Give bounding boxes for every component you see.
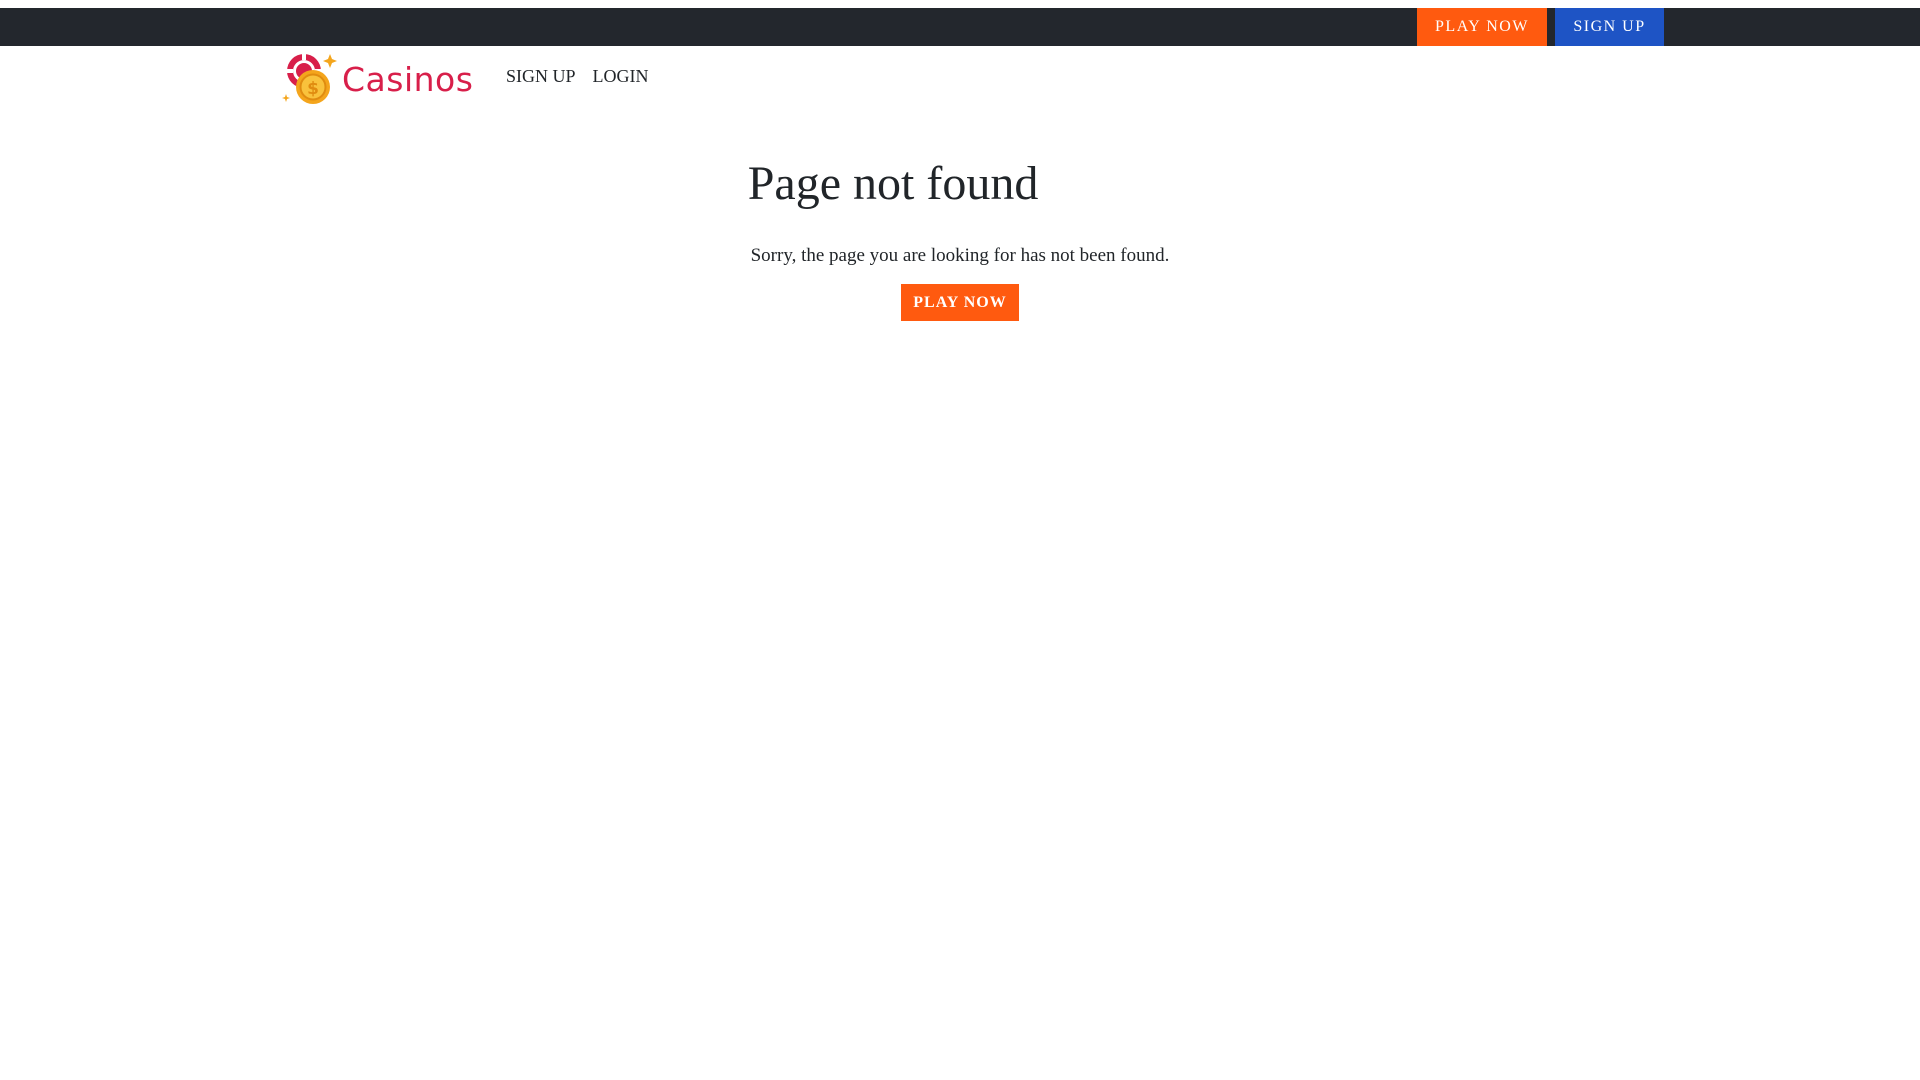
top-play-now-button[interactable]: PLAY NOW [1417, 8, 1547, 46]
coin-chip-icon: $ [282, 54, 337, 104]
nav-sign-up-link[interactable]: SIGN UP [506, 66, 576, 87]
site-header: $ Casinos SIGN UP LOGIN [0, 46, 1920, 112]
nav-login-link[interactable]: LOGIN [593, 66, 649, 87]
site-logo[interactable]: $ Casinos [280, 50, 474, 108]
logo-text: Casinos [342, 59, 474, 99]
top-bar: PLAY NOW SIGN UP [0, 8, 1920, 46]
svg-text:$: $ [307, 79, 319, 99]
main-nav: SIGN UP LOGIN [506, 46, 666, 106]
page-title: Page not found [747, 157, 1039, 210]
not-found-message: Sorry, the page you are looking for has … [750, 245, 1170, 266]
top-sign-up-button[interactable]: SIGN UP [1555, 8, 1664, 46]
play-now-button[interactable]: PLAY NOW [901, 284, 1019, 321]
